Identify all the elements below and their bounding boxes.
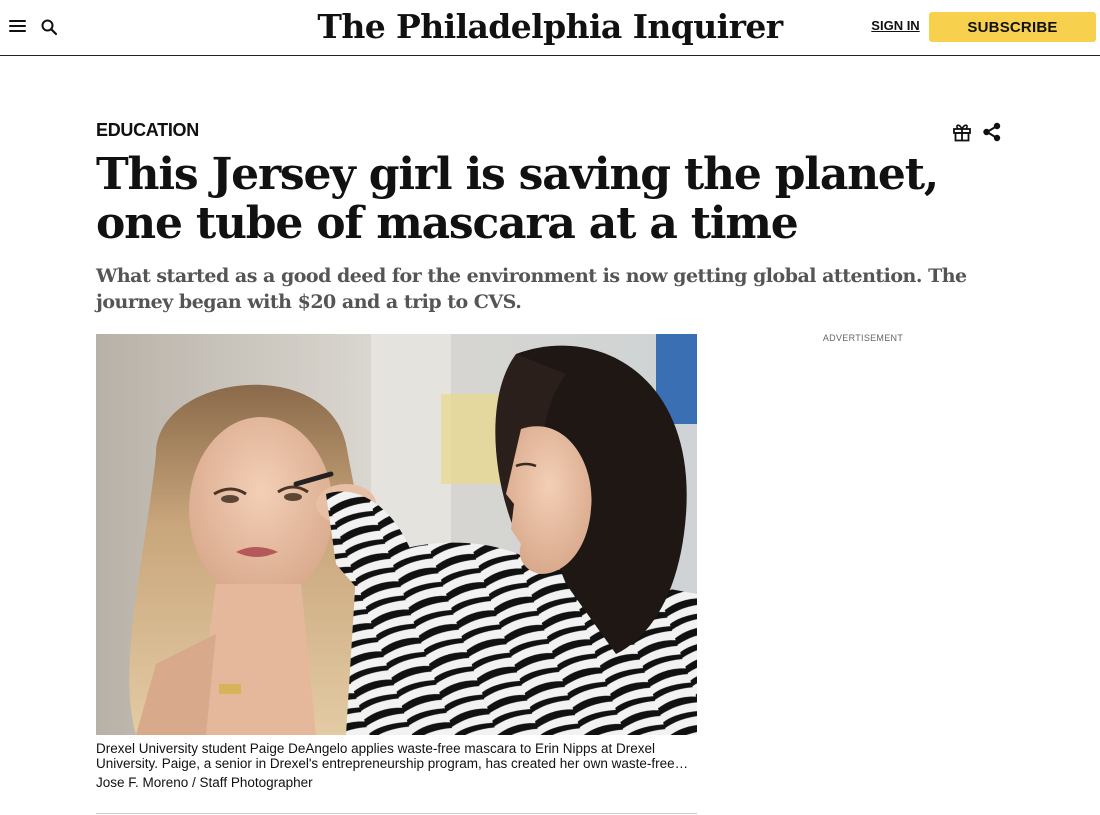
advertisement-label: ADVERTISEMENT — [822, 333, 904, 343]
article-photo[interactable] — [96, 334, 697, 735]
photo-caption: Drexel University student Paige DeAngelo… — [96, 741, 675, 771]
site-logo[interactable]: The Philadelphia Inquirer — [317, 4, 783, 48]
gift-icon[interactable] — [952, 122, 972, 142]
sign-in-link[interactable]: SIGN IN — [868, 18, 923, 36]
divider — [96, 813, 697, 814]
photo-credit: Jose F. Moreno / Staff Photographer — [96, 775, 313, 790]
article-dek: What started as a good deed for the envi… — [96, 265, 967, 313]
article-headline: This Jersey girl is saving the planet, o… — [96, 149, 939, 249]
search-icon[interactable] — [40, 18, 58, 36]
share-icon[interactable] — [982, 122, 1002, 142]
subscribe-button[interactable]: SUBSCRIBE — [929, 12, 1096, 42]
site-header: The Philadelphia Inquirer SIGN IN SUBSCR… — [0, 0, 1100, 56]
section-label[interactable]: EDUCATION — [96, 120, 199, 144]
hamburger-menu-icon[interactable] — [9, 19, 26, 33]
